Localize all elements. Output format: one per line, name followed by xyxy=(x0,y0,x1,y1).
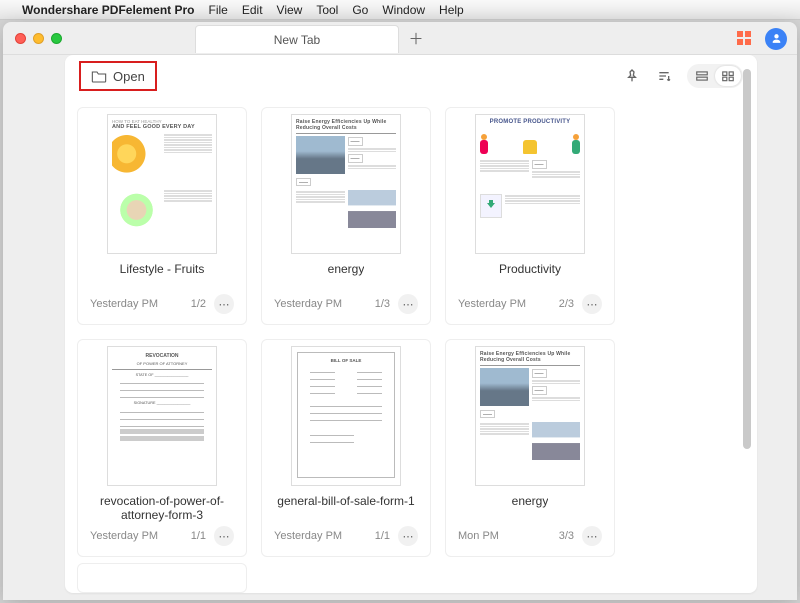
file-meta: Yesterday PM 2/3 ⋯ xyxy=(452,290,608,320)
file-meta: Yesterday PM 1/2 ⋯ xyxy=(84,290,240,320)
file-title: general-bill-of-sale-form-1 xyxy=(277,494,414,522)
file-thumbnail: Raise Energy Efficiencies Up While Reduc… xyxy=(291,114,401,254)
maximize-button[interactable] xyxy=(51,33,62,44)
apps-icon[interactable] xyxy=(737,31,753,47)
mac-menubar: Wondershare PDFelement Pro File Edit Vie… xyxy=(0,0,800,20)
list-view-button[interactable] xyxy=(689,66,715,86)
menu-file[interactable]: File xyxy=(209,3,228,17)
open-button[interactable]: Open xyxy=(79,61,157,91)
file-date: Yesterday PM xyxy=(274,530,342,542)
file-title: Productivity xyxy=(499,262,561,290)
file-date: Yesterday PM xyxy=(90,530,158,542)
menu-window[interactable]: Window xyxy=(382,3,425,17)
file-card[interactable]: PROMOTE PRODUCTIVITY —— ProductivityYest… xyxy=(445,107,615,325)
more-button[interactable]: ⋯ xyxy=(398,294,418,314)
file-date: Yesterday PM xyxy=(274,298,342,310)
open-button-label: Open xyxy=(113,69,145,84)
more-button[interactable]: ⋯ xyxy=(582,526,602,546)
file-title: revocation-of-power-of-attorney-form-3 xyxy=(84,494,240,522)
file-grid: HOW TO EAT HEALTHY AND FEEL GOOD EVERY D… xyxy=(77,107,739,583)
file-pages: 3/3 xyxy=(559,530,574,542)
file-pages: 1/1 xyxy=(375,530,390,542)
window-controls xyxy=(3,33,62,44)
file-title: energy xyxy=(328,262,365,290)
sort-icon[interactable] xyxy=(655,67,673,85)
user-avatar[interactable] xyxy=(765,28,787,50)
file-thumbnail: REVOCATION OF POWER OF ATTORNEY STATE OF… xyxy=(107,346,217,486)
file-meta: Yesterday PM 1/3 ⋯ xyxy=(268,290,424,320)
pin-icon[interactable] xyxy=(623,67,641,85)
file-thumbnail: BILL OF SALE xyxy=(291,346,401,486)
menu-edit[interactable]: Edit xyxy=(242,3,263,17)
file-card-stub[interactable] xyxy=(77,563,247,593)
content-area: Open xyxy=(3,55,797,600)
app-name[interactable]: Wondershare PDFelement Pro xyxy=(22,3,195,17)
menu-tool[interactable]: Tool xyxy=(316,3,338,17)
titlebar: New Tab ＋ xyxy=(3,22,797,55)
grid-view-button[interactable] xyxy=(715,66,741,86)
more-button[interactable]: ⋯ xyxy=(214,294,234,314)
file-date: Yesterday PM xyxy=(90,298,158,310)
more-button[interactable]: ⋯ xyxy=(398,526,418,546)
home-panel: Open xyxy=(65,55,757,593)
menu-help[interactable]: Help xyxy=(439,3,464,17)
file-card[interactable]: Raise Energy Efficiencies Up While Reduc… xyxy=(261,107,431,325)
file-card[interactable]: Raise Energy Efficiencies Up While Reduc… xyxy=(445,339,615,557)
new-tab-button[interactable]: ＋ xyxy=(401,22,431,55)
menu-view[interactable]: View xyxy=(277,3,303,17)
file-pages: 1/2 xyxy=(191,298,206,310)
tab-new[interactable]: New Tab xyxy=(195,25,399,53)
file-title: Lifestyle - Fruits xyxy=(120,262,205,290)
more-button[interactable]: ⋯ xyxy=(582,294,602,314)
file-meta: Mon PM 3/3 ⋯ xyxy=(452,522,608,552)
menu-go[interactable]: Go xyxy=(352,3,368,17)
file-pages: 1/1 xyxy=(191,530,206,542)
file-title: energy xyxy=(512,494,549,522)
view-toggle xyxy=(687,64,743,88)
file-pages: 2/3 xyxy=(559,298,574,310)
file-meta: Yesterday PM 1/1 ⋯ xyxy=(84,522,240,552)
file-meta: Yesterday PM 1/1 ⋯ xyxy=(268,522,424,552)
file-thumbnail: HOW TO EAT HEALTHY AND FEEL GOOD EVERY D… xyxy=(107,114,217,254)
file-date: Mon PM xyxy=(458,530,499,542)
scroll-thumb[interactable] xyxy=(743,69,751,449)
close-button[interactable] xyxy=(15,33,26,44)
file-thumbnail: Raise Energy Efficiencies Up While Reduc… xyxy=(475,346,585,486)
file-date: Yesterday PM xyxy=(458,298,526,310)
file-card[interactable]: HOW TO EAT HEALTHY AND FEEL GOOD EVERY D… xyxy=(77,107,247,325)
tab-label: New Tab xyxy=(274,33,320,47)
app-window: New Tab ＋ Open xyxy=(3,22,797,600)
file-card[interactable]: REVOCATION OF POWER OF ATTORNEY STATE OF… xyxy=(77,339,247,557)
minimize-button[interactable] xyxy=(33,33,44,44)
file-thumbnail: PROMOTE PRODUCTIVITY —— xyxy=(475,114,585,254)
more-button[interactable]: ⋯ xyxy=(214,526,234,546)
scrollbar[interactable] xyxy=(743,69,751,559)
file-card[interactable]: BILL OF SALE general-bill-of-sale-form-1… xyxy=(261,339,431,557)
file-pages: 1/3 xyxy=(375,298,390,310)
